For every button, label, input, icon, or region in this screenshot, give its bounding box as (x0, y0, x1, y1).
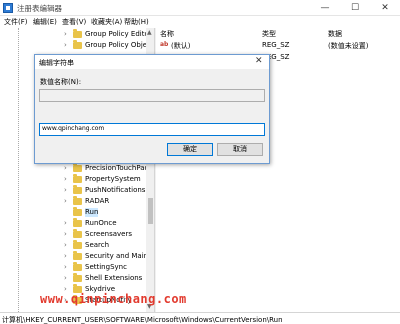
tree-item[interactable]: › RunOnce (0, 218, 146, 229)
folder-icon (73, 185, 82, 194)
expand-chevron-icon[interactable]: › (64, 230, 67, 239)
folder-icon (73, 273, 82, 282)
dialog-titlebar: 编辑字符串 ✕ (35, 55, 269, 69)
folder-icon (73, 40, 82, 49)
cancel-button[interactable]: 取消 (217, 143, 263, 156)
tree-item-label: RunOnce (85, 219, 117, 227)
folder-icon (73, 262, 82, 271)
folder-icon (73, 163, 82, 172)
registry-path: 计算机\HKEY_CURRENT_USER\SOFTWARE\Microsoft… (2, 316, 283, 324)
folder-icon (73, 240, 82, 249)
tree-item[interactable]: › Shell Extensions (0, 273, 146, 284)
folder-icon (73, 251, 82, 260)
menu-bar: 文件(F) 编辑(E) 查看(V) 收藏夹(A) 帮助(H) (0, 16, 400, 28)
tree-item[interactable]: › Search (0, 240, 146, 251)
value-name: (默认) (171, 42, 191, 50)
column-name-header[interactable]: 名称 (160, 29, 174, 39)
window-title: 注册表编辑器 (17, 4, 62, 13)
tree-item-label: SettingSync (85, 263, 127, 271)
dialog-title: 编辑字符串 (39, 59, 74, 67)
expand-chevron-icon[interactable]: › (64, 175, 67, 184)
menu-favorites[interactable]: 收藏夹(A) (91, 17, 122, 27)
dialog-close-icon[interactable]: ✕ (255, 56, 263, 66)
tree-item-label: RADAR (85, 197, 110, 205)
maximize-button[interactable]: ☐ (340, 0, 370, 16)
status-bar: 计算机\HKEY_CURRENT_USER\SOFTWARE\Microsoft… (0, 312, 400, 324)
tree-item-label: PrecisionTouchPad (85, 164, 149, 172)
value-data-field[interactable]: www.qpinchang.com (39, 123, 265, 136)
expand-chevron-icon[interactable]: › (64, 274, 67, 283)
tree-item[interactable]: › RADAR (0, 196, 146, 207)
menu-help[interactable]: 帮助(H) (124, 17, 149, 27)
column-data-header[interactable]: 数据 (328, 29, 342, 39)
tree-item[interactable]: › PrecisionTouchPad (0, 163, 149, 174)
regedit-app-icon (3, 3, 13, 13)
expand-chevron-icon[interactable]: › (64, 186, 67, 195)
tree-item[interactable]: Run (0, 207, 146, 218)
value-name-label: 数值名称(N): (40, 78, 82, 86)
expand-chevron-icon[interactable]: › (64, 41, 67, 50)
tree-item[interactable]: › Group Policy Editor (0, 29, 152, 40)
folder-icon (73, 29, 82, 38)
tree-item[interactable]: › Screensavers (0, 229, 146, 240)
tree-item-label: Shell Extensions (85, 274, 143, 282)
value-type: REG_SZ (262, 41, 290, 49)
string-value-icon: ab (160, 41, 169, 48)
menu-file[interactable]: 文件(F) (4, 17, 28, 27)
column-type-header[interactable]: 类型 (262, 29, 276, 39)
tree-item[interactable]: › Group Policy Objec (0, 40, 151, 51)
expand-chevron-icon[interactable]: › (64, 219, 67, 228)
tree-item-label: Group Policy Editor (85, 30, 152, 38)
tree-item[interactable]: › PropertySystem (0, 174, 146, 185)
expand-chevron-icon[interactable]: › (64, 241, 67, 250)
folder-icon (73, 174, 82, 183)
value-data: (数值未设置) (328, 42, 369, 50)
edit-string-dialog: 编辑字符串 ✕ 数值名称(N): www.qpinchang.com 确定 取消 (34, 54, 270, 164)
tree-item-label: PushNotifications (85, 186, 146, 194)
expand-chevron-icon[interactable]: › (64, 30, 67, 39)
tree-item[interactable]: › SettingSync (0, 262, 146, 273)
folder-icon (73, 218, 82, 227)
tree-item-label: Search (85, 241, 110, 249)
minimize-button[interactable]: — (310, 0, 340, 16)
watermark-text: www.qinpinchang.com (40, 292, 187, 306)
tree-item[interactable]: › PushNotifications (0, 185, 146, 196)
tree-item-label: Run (85, 208, 99, 217)
tree-item-label: Screensavers (85, 230, 132, 238)
tree-item-label: Group Policy Objec (85, 41, 151, 49)
expand-chevron-icon[interactable]: › (64, 263, 67, 272)
ok-button[interactable]: 确定 (167, 143, 213, 156)
tree-item[interactable]: › Security and Mainte (0, 251, 154, 262)
tree-item-label: Security and Mainte (85, 252, 155, 260)
tree-item-label: PropertySystem (85, 175, 141, 183)
menu-edit[interactable]: 编辑(E) (33, 17, 57, 27)
folder-icon (73, 196, 82, 205)
scroll-thumb[interactable] (148, 198, 153, 224)
scroll-up-icon[interactable]: ▲ (147, 29, 152, 36)
expand-chevron-icon[interactable]: › (64, 164, 67, 173)
window-titlebar: 注册表编辑器 — ☐ ✕ (0, 0, 400, 16)
folder-icon (73, 207, 82, 216)
value-name-field[interactable] (39, 89, 265, 102)
close-button[interactable]: ✕ (370, 0, 400, 16)
folder-icon (73, 229, 82, 238)
value-row[interactable]: ab (默认) REG_SZ (数值未设置) (156, 40, 400, 50)
menu-view[interactable]: 查看(V) (62, 17, 86, 27)
expand-chevron-icon[interactable]: › (64, 252, 67, 261)
expand-chevron-icon[interactable]: › (64, 197, 67, 206)
